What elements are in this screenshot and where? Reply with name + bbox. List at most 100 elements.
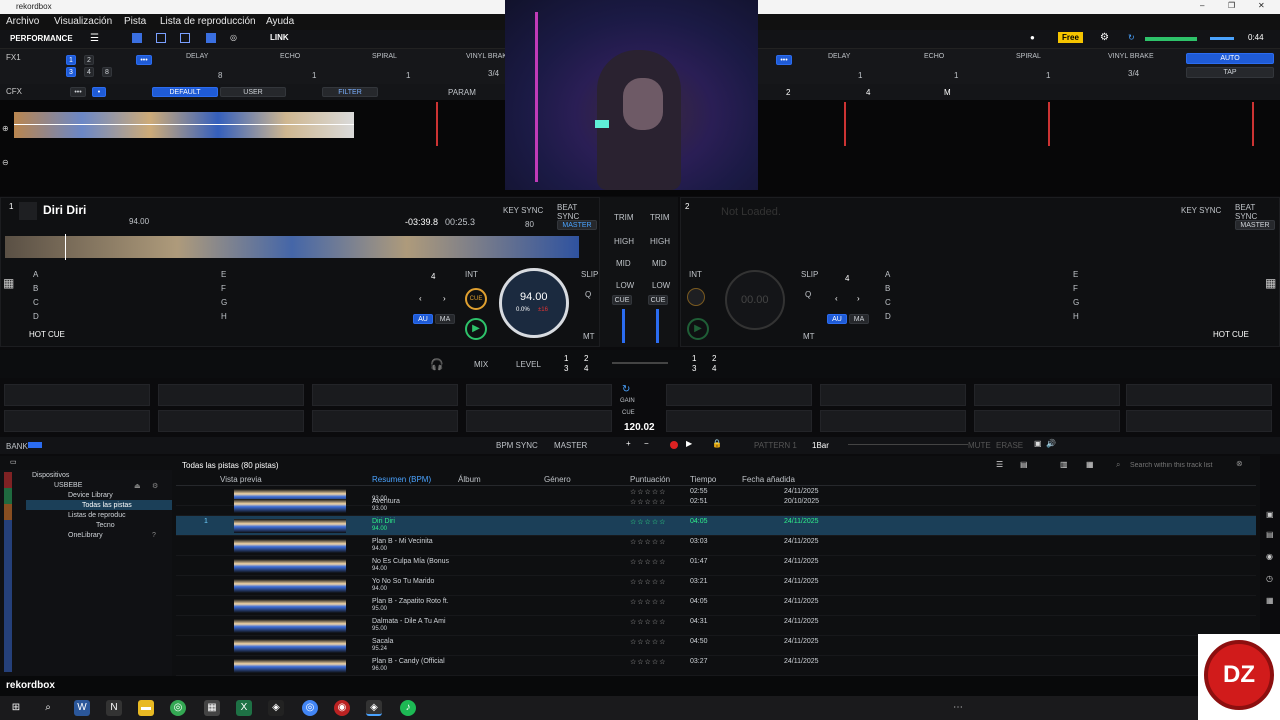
fx2-tap-button[interactable]: TAP: [1186, 67, 1274, 78]
deck2-grid-icon[interactable]: ▦: [1265, 276, 1276, 290]
table-row[interactable]: Sacala 95.24 ☆☆☆☆☆ 04:50 24/11/2025: [176, 636, 1256, 656]
deck1-pad-c[interactable]: C: [33, 298, 39, 307]
fx1-beat-1[interactable]: 1: [66, 55, 76, 65]
maximize-button[interactable]: ❐: [1228, 1, 1235, 10]
tree-dispositivos[interactable]: Dispositivos: [32, 472, 69, 479]
deck2-beat-sync[interactable]: BEAT SYNC: [1235, 203, 1279, 221]
table-row[interactable]: Aventura 93.00 ☆☆☆☆☆ 02:51 20/10/2025: [176, 496, 1256, 516]
deck2-int-toggle[interactable]: INT: [689, 270, 702, 279]
link-button[interactable]: LINK: [270, 33, 289, 42]
lock-icon[interactable]: 🔒: [712, 439, 722, 448]
history-icon[interactable]: ◷: [1266, 574, 1273, 583]
sampler-volume-icon[interactable]: 🔊: [1046, 439, 1056, 448]
layout-2deck-icon[interactable]: [156, 33, 166, 43]
table-row[interactable]: Plan B - Mi Vecinita 94.00 ☆☆☆☆☆ 03:03 2…: [176, 536, 1256, 556]
assign-left-1[interactable]: 1: [564, 354, 568, 363]
deck1-master-button[interactable]: MASTER: [557, 220, 597, 230]
col-time[interactable]: Tiempo: [690, 475, 716, 484]
info-icon[interactable]: ●: [1030, 33, 1035, 42]
deck2-jump-forward[interactable]: ›: [857, 294, 860, 303]
plan-badge[interactable]: Free: [1058, 32, 1083, 43]
sampler-slot[interactable]: [666, 384, 812, 406]
list-view-icon[interactable]: ☰: [996, 460, 1003, 469]
fx2-auto-button[interactable]: AUTO: [1186, 53, 1274, 64]
deck1-play-button[interactable]: ▶: [465, 318, 487, 340]
fx2-effect-4[interactable]: VINYL BRAKE: [1108, 53, 1154, 60]
tray-icons[interactable]: ⋯: [950, 700, 966, 716]
table-row[interactable]: Yo No So Tu Marido 94.00 ☆☆☆☆☆ 03:21 24/…: [176, 576, 1256, 596]
deck2-cue-button[interactable]: [687, 288, 705, 306]
sampler-gain-icon[interactable]: ↻: [622, 384, 630, 395]
sampler-slot[interactable]: [466, 410, 612, 432]
tree-todas-las-pistas[interactable]: Todas las pistas: [82, 502, 132, 509]
deck1-int-toggle[interactable]: INT: [465, 270, 478, 279]
deck2-master-tempo[interactable]: MT: [803, 332, 815, 341]
opera-icon[interactable]: ◉: [334, 700, 350, 716]
track-rating[interactable]: ☆☆☆☆☆: [630, 598, 666, 606]
col-rating[interactable]: Puntuación: [630, 475, 670, 484]
tree-usbebe[interactable]: USBEBE: [54, 482, 82, 489]
track-rating[interactable]: ☆☆☆☆☆: [630, 488, 666, 496]
track-rating[interactable]: ☆☆☆☆☆: [630, 618, 666, 626]
deck1-jump-back[interactable]: ‹: [419, 294, 422, 303]
deck2-slip-toggle[interactable]: SLIP: [801, 270, 818, 279]
menu-archivo[interactable]: Archivo: [6, 16, 39, 27]
deck2-pad-e[interactable]: E: [1073, 270, 1078, 279]
rekordbox-active-icon[interactable]: ◈: [366, 700, 382, 716]
sampler-slot[interactable]: [820, 410, 966, 432]
add-icon[interactable]: +: [626, 439, 631, 448]
deck1-cue-button[interactable]: CUE: [465, 288, 487, 310]
deck1-key-sync[interactable]: KEY SYNC: [503, 206, 543, 215]
collection-icon[interactable]: ▭: [10, 458, 17, 466]
sampler-slot[interactable]: [1126, 384, 1272, 406]
excel-icon[interactable]: X: [236, 700, 252, 716]
table-row-selected[interactable]: 1 Diri Diri 94.00 ☆☆☆☆☆ 04:05 24/11/2025: [176, 516, 1256, 536]
deck1-jog-wheel[interactable]: 94.00 0.0% ±16: [499, 268, 569, 338]
search-input[interactable]: [1130, 459, 1230, 471]
deck1-beat-sync[interactable]: BEAT SYNC: [557, 203, 599, 221]
deck1-au-button[interactable]: AU: [413, 314, 433, 324]
track-rating[interactable]: ☆☆☆☆☆: [630, 538, 666, 546]
mute-button[interactable]: MUTE: [968, 441, 991, 450]
cfx-filter-button[interactable]: FILTER: [322, 87, 378, 97]
fx2-multi-button[interactable]: •••: [776, 55, 792, 65]
chrome-2-icon[interactable]: ◎: [302, 700, 318, 716]
col-album[interactable]: Álbum: [458, 475, 481, 484]
deck1-master-tempo[interactable]: MT: [583, 332, 595, 341]
sampler-slot[interactable]: [466, 384, 612, 406]
track-rating[interactable]: ☆☆☆☆☆: [630, 658, 666, 666]
layout-4deck-icon[interactable]: [180, 33, 190, 43]
play-button[interactable]: ▶: [686, 439, 692, 448]
tree-tecno[interactable]: Tecno: [96, 522, 115, 529]
bar-selector[interactable]: 1Bar: [812, 441, 829, 450]
deck2-jump-back[interactable]: ‹: [835, 294, 838, 303]
deck1-pad-d[interactable]: D: [33, 312, 39, 321]
deck1-pad-h[interactable]: H: [221, 312, 227, 321]
zoom-in-icon[interactable]: ⊕: [2, 124, 9, 133]
deck1-jump-forward[interactable]: ›: [443, 294, 446, 303]
fx1-multi-button[interactable]: •••: [136, 55, 152, 65]
record-icon[interactable]: ◎: [230, 33, 237, 42]
rekordbox-taskbar-icon[interactable]: ◈: [268, 700, 284, 716]
chrome-icon[interactable]: ◎: [170, 700, 186, 716]
assign-right-1[interactable]: 1: [692, 354, 696, 363]
cfx-default-tab[interactable]: DEFAULT: [152, 87, 218, 97]
deck1-pad-g[interactable]: G: [221, 298, 227, 307]
detail-view-icon[interactable]: ▤: [1020, 460, 1028, 469]
close-button[interactable]: ✕: [1258, 1, 1265, 10]
deck2-master-button[interactable]: MASTER: [1235, 220, 1275, 230]
assign-right-3[interactable]: 3: [692, 364, 696, 373]
cfx-settings-button[interactable]: •: [92, 87, 106, 97]
deck1-grid-icon[interactable]: ▦: [3, 276, 14, 290]
fx1-effect-3[interactable]: SPIRAL: [372, 53, 397, 60]
assign-left-2[interactable]: 2: [584, 354, 588, 363]
cfx-menu-button[interactable]: •••: [70, 87, 86, 97]
sequence-timeline[interactable]: [848, 444, 968, 445]
ch1-volume-fader[interactable]: [622, 309, 625, 343]
table-row[interactable]: No Es Culpa Mía (Bonus 94.00 ☆☆☆☆☆ 01:47…: [176, 556, 1256, 576]
erase-button[interactable]: ERASE: [996, 441, 1023, 450]
track-rating[interactable]: ☆☆☆☆☆: [630, 638, 666, 646]
mixer-view-icon[interactable]: [206, 33, 216, 43]
tree-device-library[interactable]: Device Library: [68, 492, 113, 499]
tree-onelibrary[interactable]: OneLibrary: [68, 532, 103, 539]
